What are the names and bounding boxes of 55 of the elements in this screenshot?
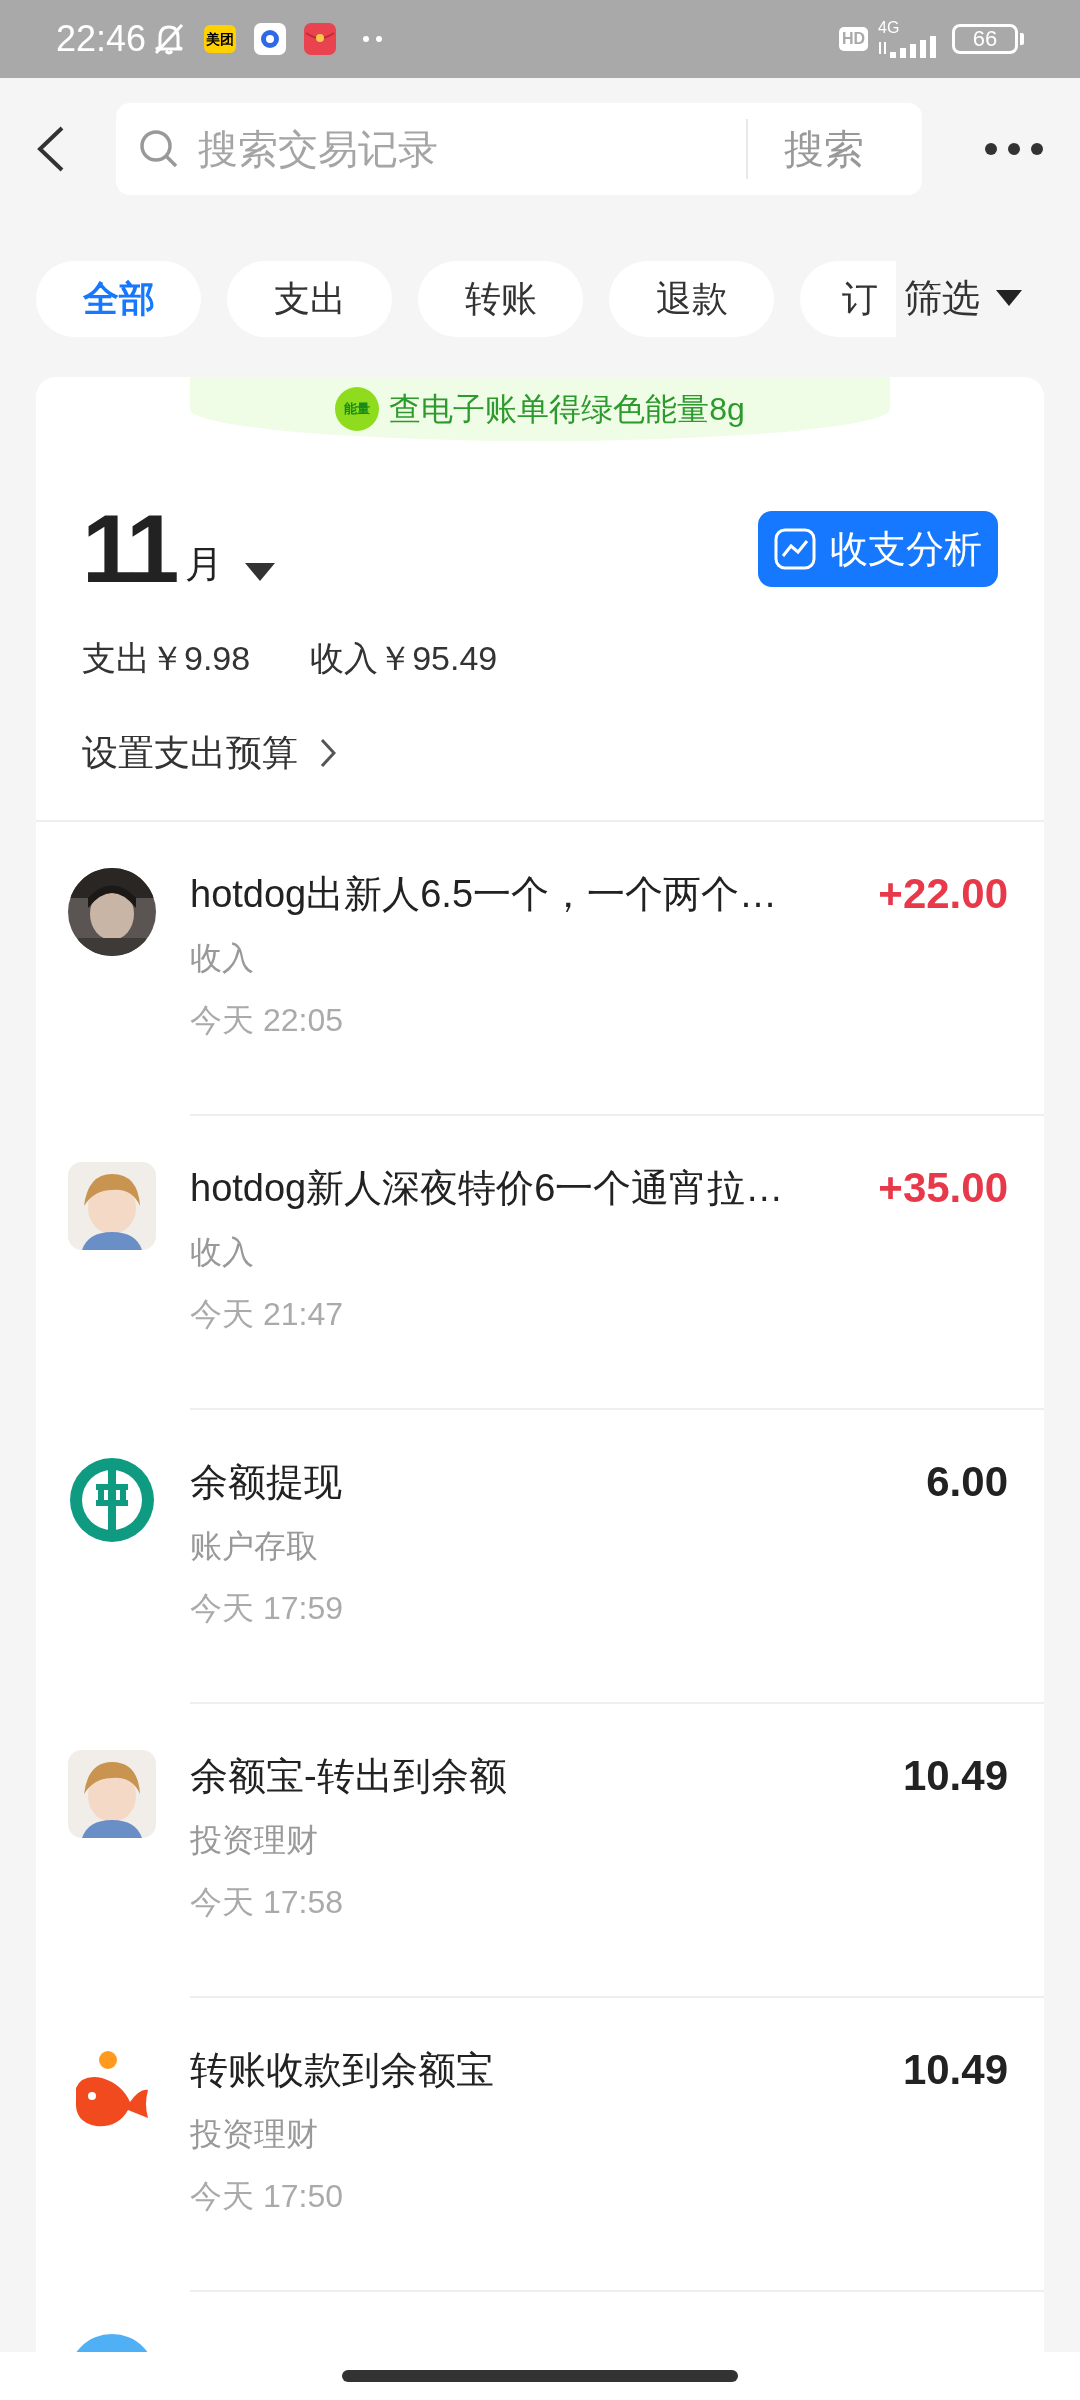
chart-icon [774, 528, 816, 570]
filter-tab[interactable]: 退款 [609, 260, 774, 337]
chevron-right-icon [320, 738, 336, 768]
filter-tab[interactable]: 转账 [418, 260, 583, 337]
transaction-amount: 6.00 [926, 1457, 1008, 1507]
hd-badge: HD [838, 27, 868, 51]
bank-logo-icon [68, 1456, 156, 1544]
app-notification-icon: 美团 [204, 25, 237, 53]
transaction-title: 转账收款到余额宝 [190, 2048, 495, 2093]
more-notifications-icon [362, 35, 385, 43]
filter-tab[interactable]: 支出 [227, 260, 392, 337]
month-unit: 月 [185, 542, 224, 587]
transaction-category: 账户存取 [190, 1527, 319, 1566]
banner-text: 查电子账单得绿色能量8g [389, 390, 745, 429]
transaction-row[interactable]: 余额宝-转出到余额 10.49 投资理财 今天 17:58 [36, 1704, 1044, 1998]
income-total: 收入￥95.49 [310, 638, 498, 679]
transaction-time: 今天 17:58 [190, 1883, 344, 1922]
transaction-time: 今天 17:59 [190, 1589, 344, 1628]
more-icon[interactable] [984, 142, 1044, 156]
transaction-category: 收入 [190, 1233, 255, 1272]
back-icon [36, 124, 66, 174]
transaction-row[interactable]: 余额提现 6.00 账户存取 今天 17:59 [36, 1410, 1044, 1704]
search-icon [138, 128, 180, 170]
transaction-row[interactable]: 转账收款到余额宝 10.49 投资理财 今天 17:50 [36, 1998, 1044, 2292]
app-notification-icon [254, 23, 287, 55]
clock: 22:46 [56, 17, 147, 61]
signal-icon [878, 36, 938, 58]
filter-menu-button[interactable]: 筛选 [904, 260, 1062, 337]
transaction-title: hotdog新人深夜特价6一个通宵拉… [190, 1166, 785, 1211]
analysis-button[interactable]: 收支分析 [758, 511, 998, 587]
transaction-amount: +22.00 [878, 869, 1008, 919]
transaction-time: 今天 22:05 [190, 1001, 344, 1040]
transaction-row[interactable]: hotdog新人深夜特价6一个通宵拉… +35.00 收入 今天 21:47 [36, 1116, 1044, 1410]
envelope-icon [304, 23, 337, 55]
month-number: 11 [82, 501, 176, 597]
filter-tab[interactable]: 订 [800, 260, 896, 337]
month-dropdown-icon[interactable] [245, 563, 276, 583]
energy-badge: 能量 [335, 387, 380, 431]
transaction-category: 投资理财 [190, 2115, 319, 2154]
filter-tab[interactable]: 全部 [36, 260, 201, 337]
transaction-amount: +35.00 [878, 1163, 1008, 1213]
transaction-amount: 10.49 [902, 2045, 1008, 2095]
expense-total: 支出￥9.98 [82, 638, 251, 679]
budget-link[interactable]: 设置支出预算 [36, 726, 382, 780]
transaction-category: 投资理财 [190, 1821, 319, 1860]
transaction-title: 余额提现 [190, 1460, 343, 1505]
transaction-amount: 10.49 [902, 1751, 1008, 1801]
transaction-title: hotdog出新人6.5一个，一个两个… [190, 872, 779, 917]
transaction-row[interactable]: hotdog出新人6.5一个，一个两个… +22.00 收入 今天 22:05 [36, 822, 1044, 1116]
network-label: 4G [878, 20, 900, 36]
transaction-title: 余额宝-转出到余额 [190, 1754, 508, 1799]
transaction-time: 今天 17:50 [190, 2177, 344, 2216]
transaction-category: 收入 [190, 939, 255, 978]
transaction-time: 今天 21:47 [190, 1295, 344, 1334]
dropdown-icon [996, 289, 1022, 308]
